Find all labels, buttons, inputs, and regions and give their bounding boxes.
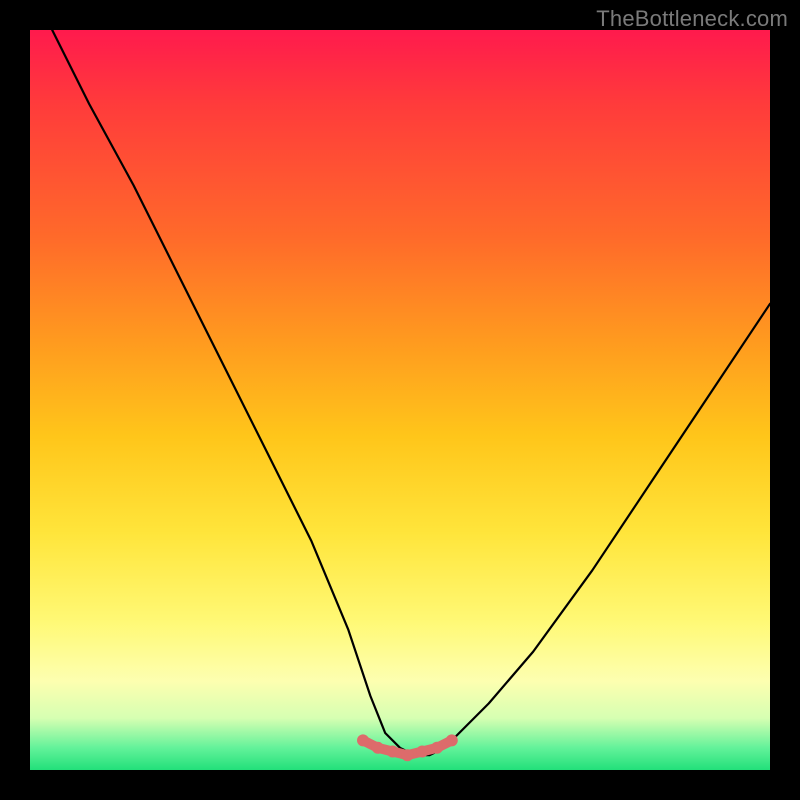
curve-svg [30,30,770,770]
bottom-marker-dot [446,734,458,746]
bottleneck-curve-path [52,30,770,755]
bottom-marker-dot [431,742,443,754]
bottom-marker-dot [401,749,413,761]
watermark-text: TheBottleneck.com [596,6,788,32]
bottom-marker-group [357,734,458,761]
bottom-marker-dot [357,734,369,746]
bottom-marker-dot [387,746,399,758]
plot-area [30,30,770,770]
bottom-marker-dot [372,742,384,754]
chart-stage: TheBottleneck.com [0,0,800,800]
bottom-marker-dot [416,746,428,758]
